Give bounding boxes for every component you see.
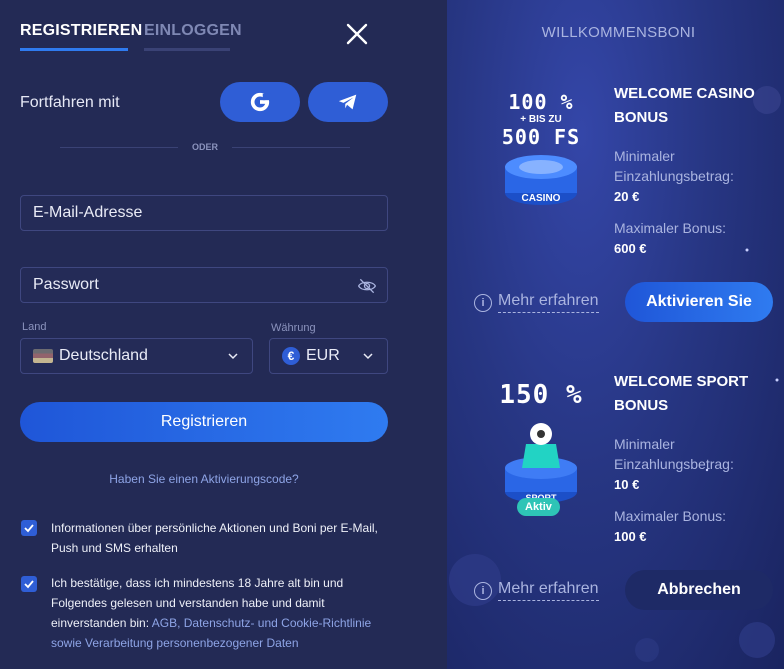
casino-chip-icon: CASINO	[505, 155, 577, 205]
sport-min-label: Minimaler Einzahlungsbetrag:	[614, 436, 734, 472]
casino-min-value: 20 €	[614, 189, 640, 204]
active-status-badge: Aktiv	[517, 498, 560, 516]
casino-max-value: 600 €	[614, 241, 647, 256]
checkmark-icon	[24, 524, 34, 533]
currency-value: EUR	[306, 347, 340, 364]
sport-more-text: Mehr erfahren	[498, 580, 599, 601]
google-icon	[250, 92, 271, 112]
tab-login[interactable]: EINLOGGEN	[144, 22, 242, 51]
sport-bonus-image: 150 % SPORT	[496, 380, 586, 511]
currency-select[interactable]: € EUR	[269, 338, 388, 374]
info-icon: i	[474, 293, 492, 312]
casino-more-text: Mehr erfahren	[498, 292, 599, 313]
continue-with-label: Fortfahren mit	[20, 94, 120, 111]
sport-max-label: Maximaler Bonus:	[614, 508, 727, 524]
casino-percent: 100 %	[508, 90, 574, 114]
info-icon: i	[474, 581, 492, 600]
casino-fs: 500 FS	[501, 125, 581, 149]
casino-max-label: Maximaler Bonus:	[614, 220, 727, 236]
marketing-checkbox[interactable]	[21, 520, 37, 536]
activation-code-link[interactable]: Haben Sie einen Aktivierungscode?	[0, 472, 408, 486]
eye-hidden-icon[interactable]	[357, 276, 377, 296]
sport-more-link[interactable]: i Mehr erfahren	[474, 580, 599, 601]
casino-bonus-image: 100 % + BIS ZU 500 FS CASINO	[496, 90, 586, 216]
divider: ODER	[60, 142, 351, 152]
terms-checkbox[interactable]	[21, 576, 37, 592]
country-label: Land	[22, 321, 47, 333]
country-value: Deutschland	[59, 347, 148, 364]
marketing-consent-text: Informationen über persönliche Aktionen …	[51, 521, 378, 555]
germany-flag-icon	[33, 349, 53, 363]
sport-max-value: 100 €	[614, 529, 647, 544]
currency-label: Währung	[271, 322, 316, 334]
sport-min-value: 10 €	[614, 477, 640, 492]
bonuses-title: WILLKOMMENSBONI	[541, 24, 696, 41]
cancel-sport-bonus-button[interactable]: Abbrechen	[625, 570, 773, 610]
casino-min-label: Minimaler Einzahlungsbetrag:	[614, 148, 734, 184]
auth-tabs: REGISTRIEREN EINLOGGEN	[20, 22, 242, 51]
chevron-down-icon	[228, 353, 238, 360]
email-field-wrapper	[20, 195, 388, 231]
checkmark-icon	[24, 580, 34, 589]
football-trophy-icon: SPORT	[505, 423, 577, 503]
password-field[interactable]	[33, 276, 333, 294]
google-login-button[interactable]	[220, 82, 300, 122]
tab-register[interactable]: REGISTRIEREN	[20, 22, 142, 51]
sport-bonus-title: WELCOME SPORT BONUS	[614, 373, 749, 414]
euro-icon: €	[282, 347, 300, 365]
casino-chip-label: CASINO	[522, 193, 561, 204]
casino-more-link[interactable]: i Mehr erfahren	[474, 292, 599, 313]
sport-percent: 150 %	[499, 380, 583, 410]
chevron-down-icon	[363, 353, 373, 360]
terms-consent-text: Ich bestätige, dass ich mindestens 18 Ja…	[51, 573, 391, 653]
registration-panel: REGISTRIEREN EINLOGGEN Fortfahren mit OD…	[0, 0, 447, 669]
telegram-icon	[338, 94, 357, 110]
divider-label: ODER	[192, 142, 219, 152]
casino-upto: + BIS ZU	[520, 114, 562, 125]
activate-casino-bonus-button[interactable]: Aktivieren Sie	[625, 282, 773, 322]
register-button[interactable]: Registrieren	[20, 402, 388, 442]
country-select[interactable]: Deutschland	[20, 338, 253, 374]
password-field-wrapper	[20, 267, 388, 303]
bonus-panel: WILLKOMMENSBONI 100 % + BIS ZU 500 FS CA…	[447, 0, 784, 669]
casino-bonus-title: WELCOME CASINO BONUS	[614, 85, 755, 126]
email-field[interactable]	[33, 204, 333, 222]
close-icon[interactable]	[345, 22, 369, 46]
telegram-login-button[interactable]	[308, 82, 388, 122]
